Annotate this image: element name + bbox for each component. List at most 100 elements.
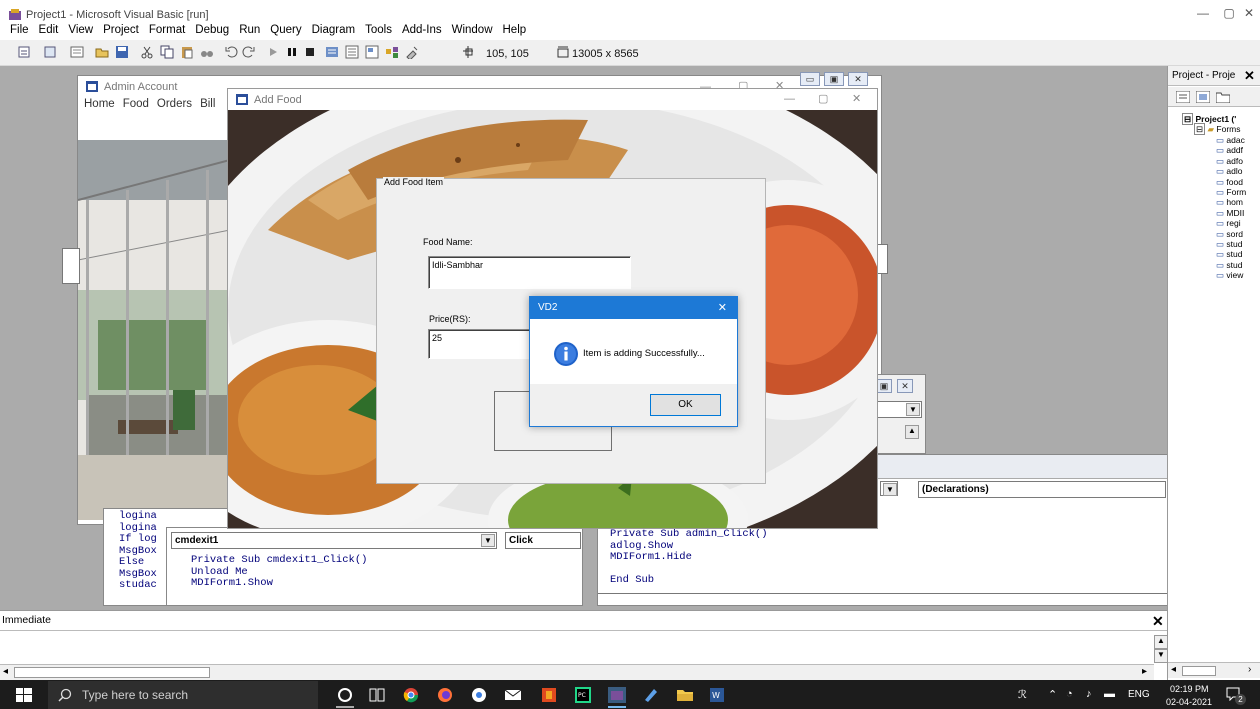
project-tree-item[interactable]: ▭ food xyxy=(1216,177,1243,188)
immediate-close-button[interactable]: ✕ xyxy=(1152,613,1168,629)
menu-diagram[interactable]: Diagram xyxy=(307,22,360,36)
menu-project[interactable]: Project xyxy=(98,22,144,36)
browser-icon[interactable] xyxy=(470,687,488,703)
notification-button[interactable]: 2 xyxy=(1224,684,1246,706)
scroll-up-button[interactable]: ▲ xyxy=(905,425,919,439)
save-project-icon[interactable] xyxy=(115,45,129,59)
project-tree-item[interactable]: ▭ hom xyxy=(1216,197,1243,208)
menu-editor-icon[interactable] xyxy=(70,45,84,59)
scroll-up-button[interactable]: ▲ xyxy=(1154,635,1168,649)
project-tree-item[interactable]: ▭ stud xyxy=(1216,249,1242,260)
add-food-close-button[interactable]: ✕ xyxy=(852,92,861,105)
menu-run[interactable]: Run xyxy=(234,22,265,36)
toolbox-icon[interactable] xyxy=(405,45,419,59)
project-tree-item[interactable]: ▭ Form xyxy=(1216,187,1246,198)
form-layout-icon[interactable] xyxy=(365,45,379,59)
fragment-restore-button[interactable]: ▣ xyxy=(876,379,892,393)
view-object-icon[interactable] xyxy=(1196,91,1210,103)
volume-icon[interactable]: ♪ xyxy=(1086,688,1092,700)
chevron-up-icon[interactable]: ⌃ xyxy=(1048,688,1057,701)
menu-tools[interactable]: Tools xyxy=(360,22,397,36)
firefox-icon[interactable] xyxy=(436,687,454,703)
menu-view[interactable]: View xyxy=(63,22,98,36)
add-project-icon[interactable] xyxy=(18,45,32,59)
forms-folder-node[interactable]: ⊟ ▰ Forms xyxy=(1194,123,1241,135)
menu-addins[interactable]: Add-Ins xyxy=(397,22,447,36)
ok-button[interactable]: OK xyxy=(650,394,721,416)
menu-edit[interactable]: Edit xyxy=(34,22,64,36)
food-name-input[interactable]: Idli-Sambhar xyxy=(428,256,631,289)
find-icon[interactable] xyxy=(200,45,214,59)
scrollbar-thumb[interactable] xyxy=(1182,666,1216,676)
toggle-folders-icon[interactable] xyxy=(1216,91,1230,103)
scroll-right-icon[interactable]: ▸ xyxy=(1142,666,1147,677)
project-tree-item[interactable]: ▭ regi xyxy=(1216,218,1241,229)
mail-icon[interactable] xyxy=(504,687,522,703)
menu-help[interactable]: Help xyxy=(498,22,532,36)
project-tree-item[interactable]: ▭ adac xyxy=(1216,135,1245,146)
project-tree-item[interactable]: ▭ adlo xyxy=(1216,166,1242,177)
battery-icon[interactable]: ▬ xyxy=(1104,688,1115,700)
add-form-icon[interactable] xyxy=(44,45,58,59)
fragment-close-button[interactable]: ✕ xyxy=(897,379,913,393)
mdi-child-close-button[interactable]: ✕ xyxy=(848,72,868,86)
project-tree-item[interactable]: ▭ sord xyxy=(1216,229,1243,240)
menu-file[interactable]: File xyxy=(0,22,34,36)
project-tree-item[interactable]: ▭ MDII xyxy=(1216,208,1244,219)
language-indicator[interactable]: ENG xyxy=(1128,689,1150,700)
message-box-close-button[interactable]: ✕ xyxy=(718,301,727,314)
cortana-icon[interactable] xyxy=(336,687,354,703)
object-browser-icon[interactable] xyxy=(385,45,399,59)
visual-basic-taskbar-icon[interactable] xyxy=(608,687,626,703)
windows-start-icon[interactable] xyxy=(16,688,32,702)
scrollbar-thumb[interactable] xyxy=(14,667,210,678)
redo-icon[interactable] xyxy=(242,45,256,59)
admin-menu-bill[interactable]: Bill xyxy=(200,98,215,110)
menu-format[interactable]: Format xyxy=(144,22,190,36)
paste-icon[interactable] xyxy=(180,45,194,59)
paint-icon[interactable] xyxy=(642,687,660,703)
file-explorer-icon[interactable] xyxy=(676,687,694,703)
project-tree-item[interactable]: ▭ stud xyxy=(1216,260,1242,271)
admin-menu-home[interactable]: Home xyxy=(84,98,115,110)
add-food-maximize-button[interactable]: ▢ xyxy=(818,92,828,105)
office-icon[interactable] xyxy=(540,687,558,703)
mdi-child-minimize-button[interactable]: ▭ xyxy=(800,72,820,86)
properties-window-icon[interactable] xyxy=(345,45,359,59)
project-tree-item[interactable]: ▭ view xyxy=(1216,270,1243,281)
clock-time[interactable]: 02:19 PM xyxy=(1170,684,1209,694)
pycharm-icon[interactable]: PC xyxy=(574,687,592,703)
admin-menu-food[interactable]: Food xyxy=(123,98,149,110)
menu-query[interactable]: Query xyxy=(265,22,306,36)
task-view-icon[interactable] xyxy=(368,687,386,703)
project-tree-item[interactable]: ▭ addf xyxy=(1216,145,1243,156)
object-combo-right[interactable]: ▼ xyxy=(880,481,898,496)
chrome-icon[interactable] xyxy=(402,687,420,703)
project-panel-hscroll[interactable]: ◂ › xyxy=(1168,662,1260,678)
scroll-down-button[interactable]: ▼ xyxy=(1154,649,1168,663)
break-icon[interactable] xyxy=(285,45,299,59)
clock-date[interactable]: 02-04-2021 xyxy=(1166,697,1212,707)
open-project-icon[interactable] xyxy=(95,45,109,59)
scroll-left-icon[interactable]: ◂ xyxy=(3,666,8,677)
word-icon[interactable]: W xyxy=(708,687,726,703)
taskbar-search-box[interactable]: Type here to search xyxy=(48,681,318,709)
project-tree-item[interactable]: ▭ stud xyxy=(1216,239,1242,250)
fragment-combo[interactable]: ▼ xyxy=(874,401,922,418)
network-icon[interactable]: ◔ xyxy=(1066,688,1073,700)
people-icon[interactable]: ℛ xyxy=(1018,688,1027,701)
procedure-combo-right[interactable]: (Declarations) xyxy=(918,481,1166,498)
project-tree-item[interactable]: ▭ adfo xyxy=(1216,156,1243,167)
object-combo-left[interactable]: cmdexit1 ▼ xyxy=(171,532,497,549)
add-food-minimize-button[interactable]: — xyxy=(784,93,795,105)
horizontal-scrollbar[interactable]: ◂ ▸ xyxy=(0,664,1154,680)
mdi-child-restore-button[interactable]: ▣ xyxy=(824,72,844,86)
view-code-icon[interactable] xyxy=(1176,91,1190,103)
project-panel-close-button[interactable]: ✕ xyxy=(1244,68,1255,84)
menu-window[interactable]: Window xyxy=(447,22,498,36)
scroll-right-icon[interactable]: › xyxy=(1248,664,1251,675)
end-icon[interactable] xyxy=(303,45,317,59)
cut-icon[interactable] xyxy=(140,45,154,59)
code-editor-left[interactable]: Private Sub cmdexit1_Click() Unload Me MDI… xyxy=(191,554,367,590)
procedure-combo-left[interactable]: Click xyxy=(505,532,581,549)
